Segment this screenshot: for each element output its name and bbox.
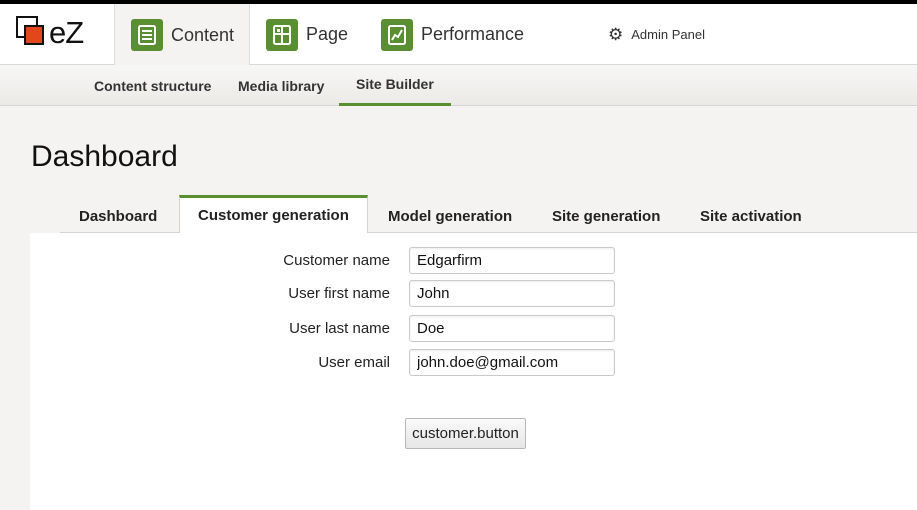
content-icon: [131, 19, 163, 51]
ez-logo[interactable]: eZ: [16, 16, 96, 52]
form-row-user-email: User email: [30, 349, 917, 376]
user-first-name-label: User first name: [288, 285, 390, 302]
gear-icon: ⚙: [608, 24, 624, 45]
user-last-name-input[interactable]: [409, 315, 615, 342]
form-row-user-first-name: User first name: [30, 280, 917, 307]
user-first-name-input[interactable]: [409, 280, 615, 307]
performance-icon: [381, 18, 413, 51]
form-row-customer-name: Customer name: [30, 247, 917, 274]
nav-tab-page[interactable]: Page: [266, 4, 348, 65]
subnav-content-structure[interactable]: Content structure: [77, 65, 228, 106]
admin-panel-label: Admin Panel: [631, 27, 705, 42]
page-icon: [266, 18, 298, 51]
tab-dashboard[interactable]: Dashboard: [79, 195, 157, 233]
tab-site-activation[interactable]: Site activation: [700, 195, 802, 233]
customer-generation-panel: Customer name User first name User last …: [30, 233, 917, 510]
tab-site-generation[interactable]: Site generation: [552, 195, 660, 233]
nav-tab-performance-label: Performance: [421, 24, 525, 44]
user-last-name-label: User last name: [289, 320, 390, 337]
dashboard-tabs: Dashboard Customer generation Model gene…: [60, 195, 917, 234]
nav-tab-content-label: Content: [171, 24, 235, 45]
subnav-site-builder[interactable]: Site Builder: [339, 65, 451, 106]
customer-name-input[interactable]: [409, 247, 615, 274]
form-row-user-last-name: User last name: [30, 315, 917, 342]
logo-square-orange: [24, 25, 44, 45]
user-email-input[interactable]: [409, 349, 615, 376]
main-navigation: eZ Content Page Performance ⚙ Admin Pane…: [0, 4, 917, 66]
customer-button[interactable]: customer.button: [405, 418, 526, 449]
page-title: Dashboard: [31, 140, 178, 173]
nav-tab-performance[interactable]: Performance: [381, 4, 524, 65]
sub-navigation: Content structure Media library Site Bui…: [0, 65, 917, 106]
tab-model-generation[interactable]: Model generation: [388, 195, 512, 233]
customer-name-label: Customer name: [283, 252, 390, 269]
nav-tab-content[interactable]: Content: [114, 4, 250, 66]
subnav-media-library[interactable]: Media library: [221, 65, 341, 106]
logo-text: eZ: [49, 15, 84, 50]
tab-customer-generation[interactable]: Customer generation: [179, 195, 368, 234]
user-email-label: User email: [318, 354, 390, 371]
admin-panel-link[interactable]: ⚙ Admin Panel: [608, 4, 705, 65]
nav-tab-page-label: Page: [306, 24, 349, 44]
